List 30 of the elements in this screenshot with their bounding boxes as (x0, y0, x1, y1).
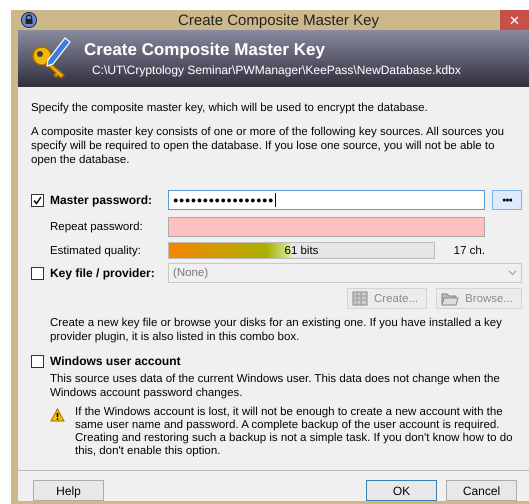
windows-account-description: This source uses data of the current Windows user. This data does not change when the Windows account password changes. (50, 372, 501, 400)
description-text: Specify the composite master key, which will be used to encrypt the database. (31, 101, 429, 115)
grid-icon (352, 291, 368, 306)
description-text: A composite master key consists of one or more of the following key sources. All sources you specify will be required to open the database. If you lose one source, you will not be able to open the database. (31, 125, 505, 167)
repeat-password-field[interactable] (168, 217, 485, 237)
help-button[interactable]: Help (33, 480, 104, 501)
close-button[interactable]: ✕ (500, 10, 529, 30)
banner-title: Create Composite Master Key (84, 40, 326, 60)
quality-reading: 61 bits (284, 244, 318, 256)
length-reading: 17 ch. (452, 244, 485, 256)
cancel-button[interactable]: Cancel (446, 480, 517, 501)
chevron-down-icon (508, 270, 517, 276)
checkbox[interactable] (31, 194, 44, 206)
warning-icon (50, 408, 65, 422)
master-password-label: Master password: (50, 193, 154, 207)
checkbox[interactable] (31, 266, 44, 280)
repeat-password-label: Repeat password: (50, 221, 144, 233)
quality-label: Estimated quality: (50, 244, 142, 256)
database-path: C:\UT\Cryptology Seminar\PWManager\KeePass\NewDatabase.kdbx (92, 63, 461, 77)
folder-icon (441, 292, 460, 306)
lock-icon (21, 12, 37, 28)
password-field[interactable]: ●●●●●●●●●●●●●●●●● (168, 190, 485, 210)
key-provider-dropdown[interactable]: (None) (168, 263, 522, 283)
windows-account-label: Windows user account (50, 354, 181, 368)
key-file-description: Create a new key file or browse your disks for an existing one. If you have installed a key provider plugin, it is also listed in this combo box. (50, 316, 503, 344)
window-title: Create Composite Master Key (177, 12, 380, 28)
warning-text: If the Windows account is lost, it will not be enough to create a new account with the same user name and password. A complete backup of the user account is required. Creating and restoring such a backup is not a simple task. If you don't know how to do this, don't enable this option. (75, 406, 514, 458)
ok-button[interactable]: OK (366, 480, 437, 501)
checkbox[interactable] (31, 354, 44, 368)
key-file-label: Key file / provider: (50, 266, 156, 280)
